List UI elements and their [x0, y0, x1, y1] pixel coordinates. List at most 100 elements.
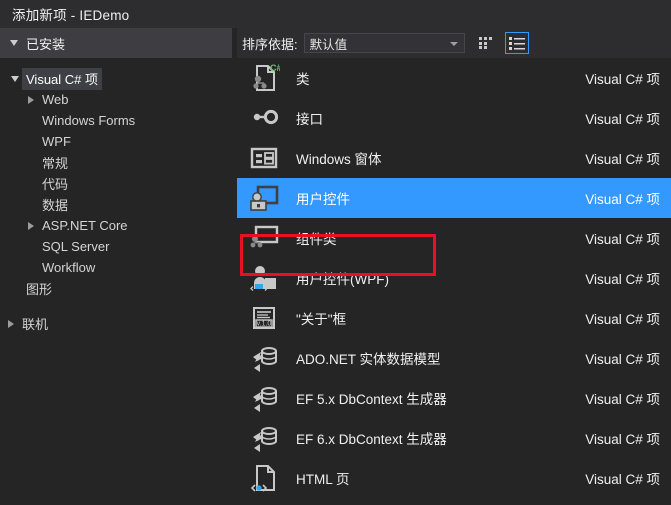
template-source: Visual C# 项: [585, 432, 660, 447]
tree-item-3[interactable]: WPF: [0, 131, 232, 152]
svg-text:v.1.0: v.1.0: [257, 321, 272, 328]
tree-item-label: Workflow: [42, 259, 96, 275]
tree-item-6[interactable]: 数据: [0, 194, 232, 215]
tree-item-4[interactable]: 常规: [0, 152, 232, 173]
interface-icon: [248, 102, 280, 134]
tree-item-7[interactable]: ASP.NET Core: [0, 215, 232, 236]
template-source: Visual C# 项: [585, 272, 660, 287]
sort-by-value: 默认值: [309, 37, 348, 52]
grid-view-icon: [478, 37, 492, 49]
tree-item-1[interactable]: Web: [0, 89, 232, 110]
templates-pane: 排序依据: 默认值 C 类 Visual C# 项 接口 Visual C# 项…: [237, 28, 671, 505]
sort-by-label: 排序依据:: [242, 36, 298, 52]
template-name: Windows 窗体: [296, 152, 382, 167]
tree-item-2[interactable]: Windows Forms: [0, 110, 232, 131]
windows-form-icon: [248, 142, 280, 174]
template-list-item[interactable]: 组件类 Visual C# 项: [237, 218, 671, 258]
dialog-title: 添加新项 - IEDemo: [12, 8, 130, 23]
template-source: Visual C# 项: [585, 392, 660, 407]
user-control-icon: [248, 182, 280, 214]
component-class-icon: [250, 225, 279, 248]
tree-item-label: 图形: [26, 281, 53, 297]
tree-item-label: 代码: [42, 176, 69, 192]
ef-dbcontext-icon: [253, 387, 277, 412]
add-new-item-dialog: 添加新项 - IEDemo 已安装 Visual C# 项 Web Windows …: [0, 0, 671, 505]
template-list-item[interactable]: 用户控件(WPF) Visual C# 项: [237, 258, 671, 298]
grid-view-button[interactable]: [475, 32, 499, 54]
tree-item-10[interactable]: 图形: [0, 278, 232, 299]
template-name: 组件类: [296, 232, 337, 247]
template-source: Visual C# 项: [585, 472, 660, 487]
templates-toolbar: 排序依据: 默认值: [237, 28, 671, 58]
template-source: Visual C# 项: [585, 232, 660, 247]
component-class-icon: [248, 222, 280, 254]
tree-item-11[interactable]: 联机: [0, 313, 232, 334]
template-name: "关于"框: [296, 312, 347, 327]
about-box-icon: v.1.0: [253, 307, 275, 329]
tree-item-label: Visual C# 项: [22, 67, 103, 90]
tree-item-8[interactable]: SQL Server: [0, 236, 232, 257]
template-source: Visual C# 项: [585, 152, 660, 167]
ef-dbcontext-icon: [248, 382, 280, 414]
ado-net-model-icon: [253, 347, 277, 372]
template-name: HTML 页: [296, 472, 350, 487]
template-list-item[interactable]: ADO.NET 实体数据模型 Visual C# 项: [237, 338, 671, 378]
html-page-icon: [248, 462, 280, 494]
template-name: 接口: [296, 112, 323, 127]
template-list-item[interactable]: EF 6.x DbContext 生成器 Visual C# 项: [237, 418, 671, 458]
template-source: Visual C# 项: [585, 312, 660, 327]
tree-item-label: 数据: [42, 197, 69, 213]
template-list-item[interactable]: v.1.0 "关于"框 Visual C# 项: [237, 298, 671, 338]
template-source: Visual C# 项: [585, 72, 660, 87]
sort-by-dropdown[interactable]: 默认值: [303, 33, 465, 53]
template-name: EF 5.x DbContext 生成器: [296, 392, 447, 407]
chevron-right-icon[interactable]: [24, 95, 38, 104]
wpf-user-control-icon: [248, 262, 280, 294]
view-mode-buttons: [475, 32, 529, 54]
tree-item-9[interactable]: Workflow: [0, 257, 232, 278]
template-list-item[interactable]: Windows 窗体 Visual C# 项: [237, 138, 671, 178]
template-list-item[interactable]: JS: [237, 498, 671, 505]
template-source: Visual C# 项: [585, 112, 660, 127]
class-file-icon: C#: [253, 63, 280, 91]
about-box-icon: v.1.0: [248, 302, 280, 334]
ef-dbcontext-icon: [253, 427, 277, 452]
template-list-item[interactable]: C# 类 Visual C# 项: [237, 58, 671, 98]
installed-header-label: 已安装: [26, 36, 66, 52]
template-category-tree: Visual C# 项 Web Windows Forms WPF 常规代码数据 ASP.…: [0, 58, 232, 334]
tree-item-label: Web: [42, 91, 69, 107]
installed-templates-pane: 已安装 Visual C# 项 Web Windows Forms WPF 常规代码数据…: [0, 28, 232, 505]
template-source: Visual C# 项: [585, 352, 660, 367]
chevron-down-icon[interactable]: [8, 75, 22, 82]
chevron-down-icon: [449, 42, 458, 46]
template-list: C#类Visual C# 项接口 Visual C# 项 Windows 窗体 Vis…: [237, 58, 671, 505]
tree-item-label: 联机: [22, 316, 49, 332]
template-list-item[interactable]: HTML 页 Visual C# 项: [237, 458, 671, 498]
template-list-item[interactable]: EF 5.x DbContext 生成器 Visual C# 项: [237, 378, 671, 418]
chevron-right-icon[interactable]: [24, 221, 38, 230]
html-page-icon: [250, 465, 275, 492]
ado-net-model-icon: [248, 342, 280, 374]
tree-item-0[interactable]: Visual C# 项: [0, 67, 232, 90]
user-control-icon: [250, 185, 279, 211]
template-source: Visual C# 项: [585, 192, 660, 207]
list-view-button[interactable]: [504, 32, 529, 54]
tree-item-label: 常规: [42, 155, 69, 171]
tree-item-5[interactable]: 代码: [0, 173, 232, 194]
tree-item-label: WPF: [42, 133, 71, 149]
template-name: ADO.NET 实体数据模型: [296, 352, 441, 367]
tree-item-label: ASP.NET Core: [42, 217, 128, 233]
chevron-right-icon[interactable]: [4, 319, 18, 328]
template-name: EF 6.x DbContext 生成器: [296, 432, 447, 447]
template-list-item[interactable]: 接口 Visual C# 项: [237, 98, 671, 138]
installed-header[interactable]: 已安装: [0, 28, 232, 58]
title-bar: 添加新项 - IEDemo: [0, 0, 671, 28]
template-name: 用户控件(WPF): [296, 272, 389, 287]
template-list-item[interactable]: 用户控件 Visual C# 项: [237, 178, 671, 218]
svg-text:C#: C#: [270, 63, 280, 73]
chevron-down-icon: [10, 40, 18, 46]
interface-icon: [253, 109, 279, 125]
class-file-icon: C#: [248, 62, 280, 94]
list-view-icon: [508, 37, 525, 50]
ef-dbcontext-icon: [248, 422, 280, 454]
